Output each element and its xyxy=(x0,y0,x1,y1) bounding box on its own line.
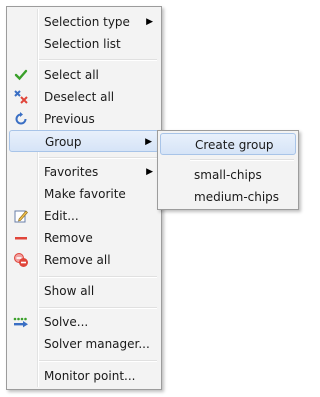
minus-icon xyxy=(13,230,29,246)
menu-item-remove[interactable]: Remove xyxy=(9,227,159,249)
menu-item-remove-all[interactable]: Remove all xyxy=(9,249,159,271)
menu-item-favorites[interactable]: Favorites ▶ xyxy=(9,161,159,183)
menu-item-selection-list[interactable]: Selection list xyxy=(9,33,159,55)
menu-item-label: Select all xyxy=(44,68,99,82)
menu-item-previous[interactable]: Previous xyxy=(9,108,159,130)
context-menu: Selection type ▶ Selection list Select a… xyxy=(6,6,162,390)
submenu-separator xyxy=(190,159,294,161)
menu-item-label: Edit... xyxy=(44,209,79,223)
menu-separator xyxy=(39,59,157,61)
menu-item-monitor-point[interactable]: Monitor point... xyxy=(9,365,159,387)
menu-item-label: Remove xyxy=(44,231,93,245)
menu-separator xyxy=(39,276,157,278)
menu-item-label: Solver manager... xyxy=(44,337,150,351)
menu-item-deselect-all[interactable]: Deselect all xyxy=(9,86,159,108)
submenu-item-small-chips[interactable]: small-chips xyxy=(160,164,296,186)
check-icon xyxy=(13,67,29,83)
refresh-icon xyxy=(13,111,29,127)
menu-item-label: Solve... xyxy=(44,315,89,329)
group-submenu: Create group small-chips medium-chips xyxy=(157,130,299,210)
submenu-item-medium-chips[interactable]: medium-chips xyxy=(160,186,296,208)
menu-item-label: Monitor point... xyxy=(44,369,136,383)
menu-item-label: Selection list xyxy=(44,37,121,51)
menu-item-solve[interactable]: Solve... xyxy=(9,311,159,333)
menu-item-selection-type[interactable]: Selection type ▶ xyxy=(9,11,159,33)
menu-item-label: Make favorite xyxy=(44,187,126,201)
menu-item-label: Show all xyxy=(44,284,95,298)
menu-item-label: Remove all xyxy=(44,253,111,267)
menu-item-label: Deselect all xyxy=(44,90,115,104)
menu-item-group[interactable]: Group ▶ xyxy=(9,130,159,152)
menu-separator xyxy=(39,157,157,159)
menu-item-make-favorite[interactable]: Make favorite xyxy=(9,183,159,205)
menu-item-label: Selection type xyxy=(44,15,130,29)
submenu-item-label: medium-chips xyxy=(194,190,280,204)
menu-item-select-all[interactable]: Select all xyxy=(9,64,159,86)
submenu-arrow-icon: ▶ xyxy=(146,167,153,177)
menu-separator xyxy=(39,307,157,309)
solve-icon xyxy=(13,314,29,330)
deselect-icon xyxy=(13,89,29,105)
menu-item-label: Favorites xyxy=(44,165,99,179)
submenu-item-label: Create group xyxy=(195,138,274,152)
submenu-item-label: small-chips xyxy=(194,168,262,182)
menu-item-label: Previous xyxy=(44,112,95,126)
submenu-arrow-icon: ▶ xyxy=(145,137,152,147)
submenu-arrow-icon: ▶ xyxy=(146,17,153,27)
submenu-item-create-group[interactable]: Create group xyxy=(160,133,296,155)
menu-item-show-all[interactable]: Show all xyxy=(9,280,159,302)
menu-item-edit[interactable]: Edit... xyxy=(9,205,159,227)
menu-item-solver-manager[interactable]: Solver manager... xyxy=(9,333,159,355)
menu-separator xyxy=(39,360,157,362)
edit-icon xyxy=(13,208,29,224)
menu-item-label: Group xyxy=(45,135,82,149)
remove-all-icon xyxy=(13,252,29,268)
